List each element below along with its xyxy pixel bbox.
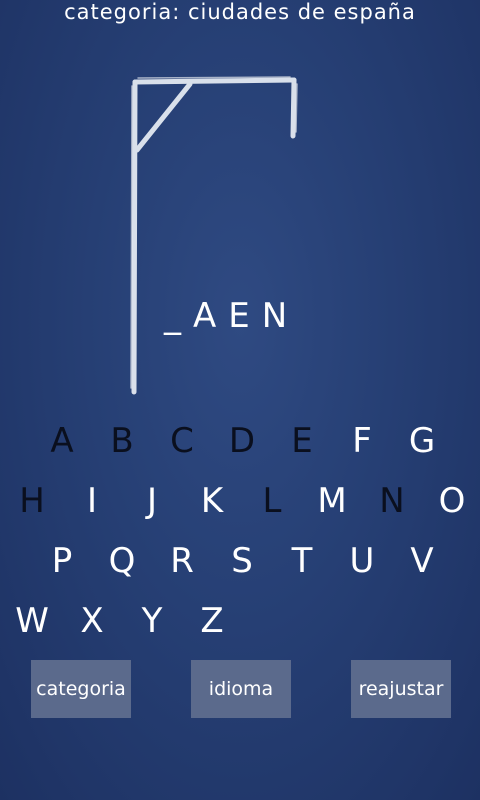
- letter-key-w[interactable]: W: [2, 596, 62, 646]
- letter-key-x[interactable]: X: [62, 596, 122, 646]
- reset-button[interactable]: reajustar: [351, 660, 451, 718]
- letter-key-e[interactable]: E: [272, 416, 332, 466]
- letter-key-z[interactable]: Z: [182, 596, 242, 646]
- letter-key-l[interactable]: L: [242, 476, 302, 526]
- letter-key-i[interactable]: I: [62, 476, 122, 526]
- letter-key-t[interactable]: T: [272, 536, 332, 586]
- category-button[interactable]: categoria: [31, 660, 131, 718]
- letter-key-b[interactable]: B: [92, 416, 152, 466]
- letter-key-k[interactable]: K: [182, 476, 242, 526]
- letter-key-o[interactable]: O: [422, 476, 480, 526]
- letter-key-d[interactable]: D: [212, 416, 272, 466]
- letter-key-u[interactable]: U: [332, 536, 392, 586]
- letter-key-q[interactable]: Q: [92, 536, 152, 586]
- letter-key-s[interactable]: S: [212, 536, 272, 586]
- letter-key-y[interactable]: Y: [122, 596, 182, 646]
- letter-key-c[interactable]: C: [152, 416, 212, 466]
- letter-key-n[interactable]: N: [362, 476, 422, 526]
- letter-key-p[interactable]: P: [32, 536, 92, 586]
- gallows-drawing: [130, 76, 298, 395]
- letter-key-m[interactable]: M: [302, 476, 362, 526]
- letter-key-a[interactable]: A: [32, 416, 92, 466]
- word-display: _AEN: [164, 296, 300, 336]
- language-button[interactable]: idioma: [191, 660, 291, 718]
- letter-key-j[interactable]: J: [122, 476, 182, 526]
- letter-key-g[interactable]: G: [392, 416, 452, 466]
- letter-key-r[interactable]: R: [152, 536, 212, 586]
- letter-key-h[interactable]: H: [2, 476, 62, 526]
- letter-key-f[interactable]: F: [332, 416, 392, 466]
- letter-key-v[interactable]: V: [392, 536, 452, 586]
